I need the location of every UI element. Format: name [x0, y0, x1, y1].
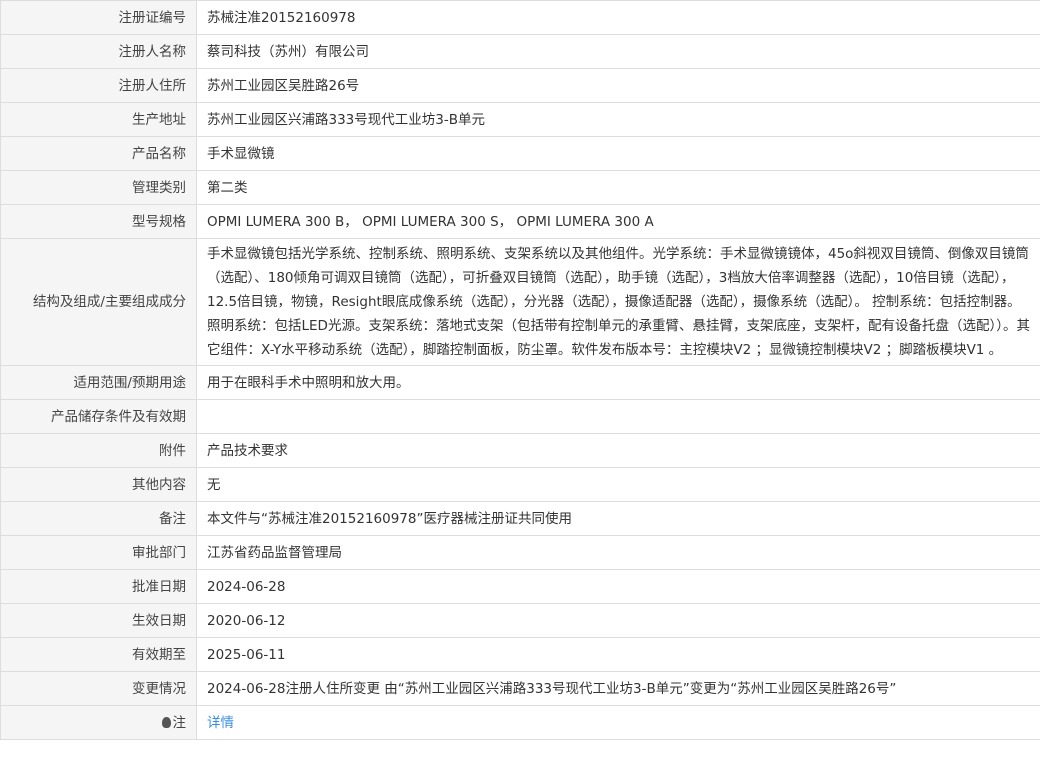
table-row: 批准日期 2024-06-28 [0, 569, 1040, 604]
row-value: 2024-06-28注册人住所变更 由“苏州工业园区兴浦路333号现代工业坊3-… [196, 671, 1040, 706]
row-label: 生效日期 [0, 603, 197, 638]
row-label: 型号规格 [0, 204, 197, 239]
table-row: 附件 产品技术要求 [0, 433, 1040, 468]
row-value: 无 [196, 467, 1040, 502]
row-label: 变更情况 [0, 671, 197, 706]
table-row: 审批部门 江苏省药品监督管理局 [0, 535, 1040, 570]
row-label: 结构及组成/主要组成成分 [0, 238, 197, 366]
row-label: 批准日期 [0, 569, 197, 604]
table-row: 产品储存条件及有效期 [0, 399, 1040, 434]
row-value: 用于在眼科手术中照明和放大用。 [196, 365, 1040, 400]
row-value: 江苏省药品监督管理局 [196, 535, 1040, 570]
table-row: 产品名称 手术显微镜 [0, 136, 1040, 171]
table-row: 注册人住所 苏州工业园区吴胜路26号 [0, 68, 1040, 103]
row-label: 审批部门 [0, 535, 197, 570]
row-value: OPMI LUMERA 300 B， OPMI LUMERA 300 S， OP… [196, 204, 1040, 239]
registration-detail-table: 注册证编号 苏械注准20152160978 注册人名称 蔡司科技（苏州）有限公司 注册人… [0, 0, 1040, 740]
table-row: 其他内容无 [0, 467, 1040, 502]
row-value: 苏械注准20152160978 [196, 0, 1040, 35]
table-row: 有效期至 2025-06-11 [0, 637, 1040, 672]
table-row: 管理类别 第二类 [0, 170, 1040, 205]
row-label: 生产地址 [0, 102, 197, 137]
row-label: 适用范围/预期用途 [0, 365, 197, 400]
table-row: 型号规格 OPMI LUMERA 300 B， OPMI LUMERA 300 S… [0, 204, 1040, 239]
table-row: 结构及组成/主要组成成分 手术显微镜包括光学系统、控制系统、照明系统、支架系统以及… [0, 238, 1040, 366]
row-label: 注册人名称 [0, 34, 197, 69]
note-label: 注 [0, 705, 197, 740]
row-value: 手术显微镜包括光学系统、控制系统、照明系统、支架系统以及其他组件。光学系统：手术… [196, 238, 1040, 366]
row-value: 蔡司科技（苏州）有限公司 [196, 34, 1040, 69]
row-value: 本文件与“苏械注准20152160978”医疗器械注册证共同使用 [196, 501, 1040, 536]
table-row: 备注 本文件与“苏械注准20152160978”医疗器械注册证共同使用 [0, 501, 1040, 536]
row-label: 备注 [0, 501, 197, 536]
row-label: 其他内容 [0, 467, 197, 502]
table-row: 注册证编号 苏械注准20152160978 [0, 0, 1040, 35]
note-label-text: 注 [172, 714, 187, 731]
row-label: 附件 [0, 433, 197, 468]
table-row: 变更情况 2024-06-28注册人住所变更 由“苏州工业园区兴浦路333号现代工… [0, 671, 1040, 706]
row-value: 第二类 [196, 170, 1040, 205]
table-row: 生产地址 苏州工业园区兴浦路333号现代工业坊3-B单元 [0, 102, 1040, 137]
row-value: 苏州工业园区兴浦路333号现代工业坊3-B单元 [196, 102, 1040, 137]
row-value: 苏州工业园区吴胜路26号 [196, 68, 1040, 103]
table-row: 注册人名称 蔡司科技（苏州）有限公司 [0, 34, 1040, 69]
row-label: 管理类别 [0, 170, 197, 205]
row-label: 产品储存条件及有效期 [0, 399, 197, 434]
row-label: 注册证编号 [0, 0, 197, 35]
note-row: 注 详情 [0, 705, 1040, 740]
lightbulb-icon [161, 716, 171, 728]
row-value: 2024-06-28 [196, 569, 1040, 604]
row-label: 产品名称 [0, 136, 197, 171]
row-value: 2025-06-11 [196, 637, 1040, 672]
table-row: 生效日期 2020-06-12 [0, 603, 1040, 638]
row-value: 手术显微镜 [196, 136, 1040, 171]
details-link[interactable]: 详情 [207, 715, 234, 731]
row-label: 有效期至 [0, 637, 197, 672]
row-label: 注册人住所 [0, 68, 197, 103]
row-value: 产品技术要求 [196, 433, 1040, 468]
row-value [196, 399, 1040, 434]
row-value: 2020-06-12 [196, 603, 1040, 638]
table-row: 适用范围/预期用途 用于在眼科手术中照明和放大用。 [0, 365, 1040, 400]
